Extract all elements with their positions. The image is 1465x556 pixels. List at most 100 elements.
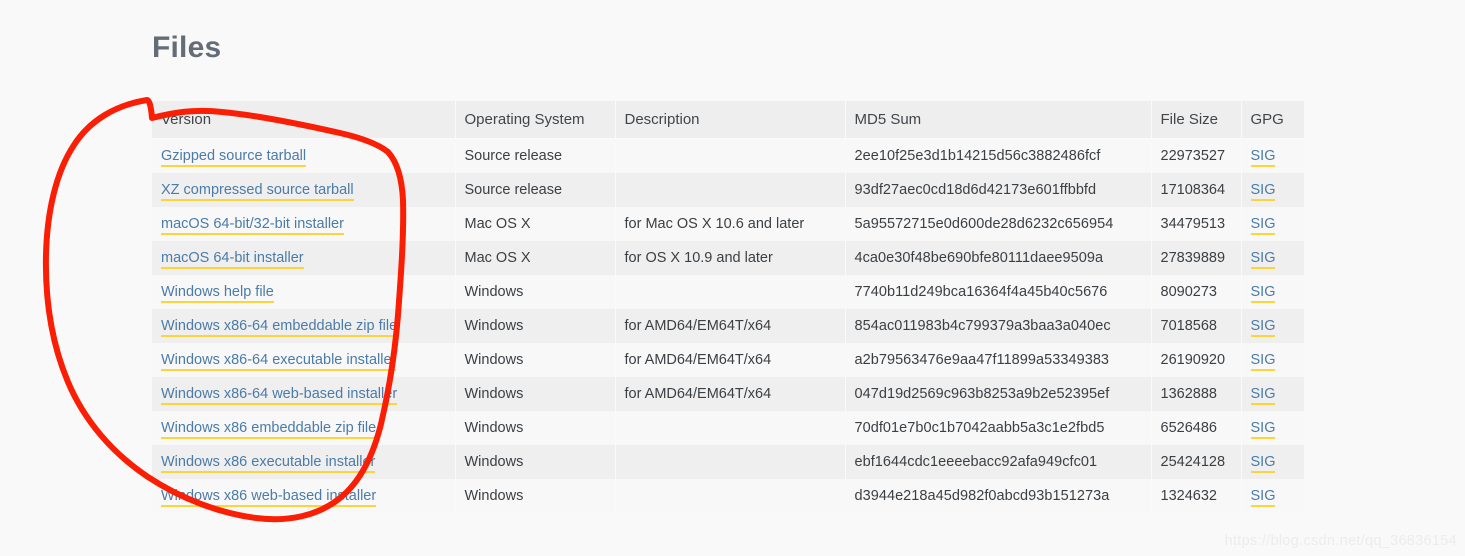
table-row: Windows help file Windows 7740b11d249bca16… <box>152 275 1304 309</box>
cell-md5-text: 2ee10f25e3d1b14215d56c3882486fcf <box>854 148 1101 164</box>
gpg-sig-link[interactable]: SIG <box>1250 488 1276 507</box>
cell-filesize-text: 8090273 <box>1160 284 1217 300</box>
cell-md5-text: 4ca0e30f48be690bfe80111daee9509a <box>854 250 1104 266</box>
cell-os: Windows <box>455 479 616 513</box>
cell-version: Windows x86 executable installer <box>152 445 456 479</box>
download-link[interactable]: XZ compressed source tarball <box>161 182 354 201</box>
download-link[interactable]: Windows x86 embeddable zip file <box>161 420 377 439</box>
page-title: Files <box>152 31 222 64</box>
download-link[interactable]: macOS 64-bit installer <box>161 250 304 269</box>
gpg-sig-link[interactable]: SIG <box>1250 216 1276 235</box>
cell-os: Windows <box>455 411 616 445</box>
cell-filesize-text: 1362888 <box>1160 386 1217 402</box>
cell-description <box>615 173 846 207</box>
cell-description-text: for AMD64/EM64T/x64 <box>624 352 772 368</box>
table-row: macOS 64-bit installer Mac OS X for OS X 1… <box>152 241 1304 275</box>
cell-md5: d3944e218a45d982f0abcd93b151273a <box>845 479 1152 513</box>
gpg-sig-link[interactable]: SIG <box>1250 352 1276 371</box>
cell-md5: 93df27aec0cd18d6d42173e601ffbbfd <box>845 173 1152 207</box>
gpg-sig-link[interactable]: SIG <box>1250 454 1276 473</box>
column-header-os[interactable]: Operating System <box>455 101 616 139</box>
gpg-sig-link[interactable]: SIG <box>1250 386 1276 405</box>
cell-description: for OS X 10.9 and later <box>615 241 846 275</box>
cell-md5-text: 854ac011983b4c799379a3baa3a040ec <box>854 318 1111 334</box>
download-link[interactable]: Windows x86-64 web-based installer <box>161 386 398 405</box>
cell-filesize: 26190920 <box>1151 343 1242 377</box>
cell-description <box>615 138 846 173</box>
download-link[interactable]: Windows x86-64 embeddable zip file <box>161 318 398 337</box>
cell-md5-text: 5a95572715e0d600de28d6232c656954 <box>854 216 1114 232</box>
table-row: Windows x86-64 executable installer Windo… <box>152 343 1304 377</box>
cell-md5-text: a2b79563476e9aa47f11899a53349383 <box>854 352 1110 368</box>
cell-description-text: for AMD64/EM64T/x64 <box>624 318 772 334</box>
cell-version: Windows x86-64 executable installer <box>152 343 456 377</box>
cell-description <box>615 479 846 513</box>
cell-version: macOS 64-bit installer <box>152 241 456 275</box>
table-header: Version Operating System Description MD5… <box>152 101 1304 139</box>
cell-version: Windows x86-64 embeddable zip file <box>152 309 456 343</box>
files-table: Version Operating System Description MD5… <box>152 101 1304 513</box>
cell-os-text: Windows <box>464 386 524 402</box>
page-root: Files Version Operating System Descripti… <box>0 0 1465 556</box>
cell-description: for Mac OS X 10.6 and later <box>615 207 846 241</box>
cell-md5: 854ac011983b4c799379a3baa3a040ec <box>845 309 1152 343</box>
cell-os: Windows <box>455 309 616 343</box>
cell-version: macOS 64-bit/32-bit installer <box>152 207 456 241</box>
cell-version: Windows x86 web-based installer <box>152 479 456 513</box>
column-header-gpg[interactable]: GPG <box>1241 101 1304 139</box>
cell-md5-text: d3944e218a45d982f0abcd93b151273a <box>854 488 1110 504</box>
cell-gpg: SIG <box>1241 377 1304 411</box>
gpg-sig-link[interactable]: SIG <box>1250 420 1276 439</box>
column-header-filesize[interactable]: File Size <box>1151 101 1242 139</box>
cell-os: Mac OS X <box>455 207 616 241</box>
table-row: Windows x86 executable installer Windows e… <box>152 445 1304 479</box>
gpg-sig-link[interactable]: SIG <box>1250 284 1276 303</box>
download-link[interactable]: Windows x86-64 executable installer <box>161 352 397 371</box>
download-link[interactable]: Windows x86 executable installer <box>161 454 376 473</box>
cell-version: Windows x86 embeddable zip file <box>152 411 456 445</box>
cell-os-text: Mac OS X <box>464 250 531 266</box>
gpg-sig-link[interactable]: SIG <box>1250 318 1276 337</box>
table-row: XZ compressed source tarball Source relea… <box>152 173 1304 207</box>
download-link[interactable]: Gzipped source tarball <box>161 148 307 167</box>
cell-md5: 047d19d2569c963b8253a9b2e52395ef <box>845 377 1152 411</box>
cell-os-text: Source release <box>464 182 563 198</box>
cell-filesize: 1362888 <box>1151 377 1242 411</box>
cell-filesize-text: 17108364 <box>1160 182 1226 198</box>
download-link[interactable]: Windows help file <box>161 284 274 303</box>
cell-gpg: SIG <box>1241 479 1304 513</box>
cell-filesize: 6526486 <box>1151 411 1242 445</box>
gpg-sig-link[interactable]: SIG <box>1250 182 1276 201</box>
cell-os-text: Windows <box>464 420 524 436</box>
gpg-sig-link[interactable]: SIG <box>1250 250 1276 269</box>
cell-md5: 2ee10f25e3d1b14215d56c3882486fcf <box>845 138 1152 173</box>
gpg-sig-link[interactable]: SIG <box>1250 148 1276 167</box>
download-link[interactable]: Windows x86 web-based installer <box>161 488 377 507</box>
cell-md5-text: 70df01e7b0c1b7042aabb5a3c1e2fbd5 <box>854 420 1105 436</box>
cell-os: Windows <box>455 343 616 377</box>
cell-gpg: SIG <box>1241 445 1304 479</box>
column-header-version[interactable]: Version <box>152 101 456 139</box>
cell-md5: 7740b11d249bca16364f4a45b40c5676 <box>845 275 1152 309</box>
cell-md5-text: 93df27aec0cd18d6d42173e601ffbbfd <box>854 182 1097 198</box>
cell-md5: 5a95572715e0d600de28d6232c656954 <box>845 207 1152 241</box>
cell-gpg: SIG <box>1241 309 1304 343</box>
cell-filesize: 8090273 <box>1151 275 1242 309</box>
cell-md5-text: 7740b11d249bca16364f4a45b40c5676 <box>854 284 1108 300</box>
download-link[interactable]: macOS 64-bit/32-bit installer <box>161 216 344 235</box>
cell-os: Mac OS X <box>455 241 616 275</box>
column-header-description[interactable]: Description <box>615 101 846 139</box>
cell-filesize-text: 1324632 <box>1160 488 1217 504</box>
cell-version: Windows x86-64 web-based installer <box>152 377 456 411</box>
cell-description: for AMD64/EM64T/x64 <box>615 343 846 377</box>
cell-filesize-text: 34479513 <box>1160 216 1226 232</box>
cell-md5: a2b79563476e9aa47f11899a53349383 <box>845 343 1152 377</box>
cell-version: Gzipped source tarball <box>152 138 456 173</box>
cell-description <box>615 445 846 479</box>
cell-description <box>615 275 846 309</box>
cell-description-text: for Mac OS X 10.6 and later <box>624 216 805 232</box>
cell-description: for AMD64/EM64T/x64 <box>615 309 846 343</box>
cell-os-text: Source release <box>464 148 563 164</box>
cell-filesize: 27839889 <box>1151 241 1242 275</box>
column-header-md5[interactable]: MD5 Sum <box>845 101 1152 139</box>
